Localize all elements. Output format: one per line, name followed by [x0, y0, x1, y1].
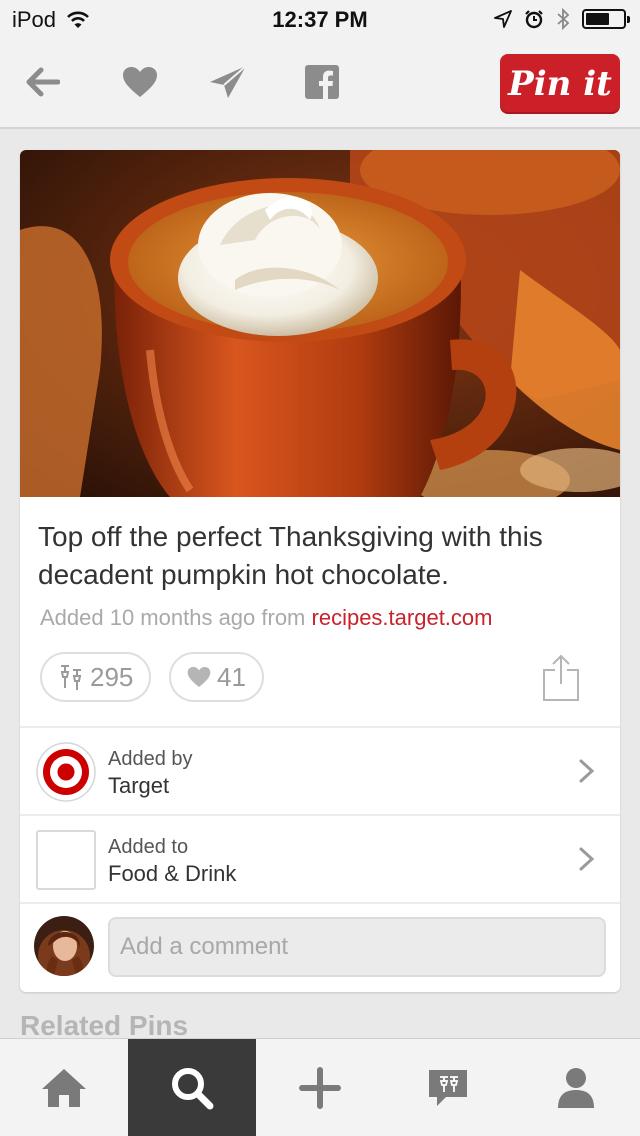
tab-search[interactable] [128, 1039, 256, 1136]
tab-add[interactable] [256, 1039, 384, 1136]
pin-description: Top off the perfect Thanksgiving with th… [38, 521, 543, 590]
plus-icon [299, 1067, 341, 1109]
heart-icon [187, 667, 211, 687]
facebook-icon [305, 65, 339, 99]
board-name: Food & Drink [108, 861, 237, 886]
added-by-row[interactable]: Added by Target [20, 726, 620, 814]
repin-icon [60, 665, 82, 690]
tab-home[interactable] [0, 1039, 128, 1136]
added-by-name: Target [108, 773, 170, 798]
status-right [494, 8, 630, 30]
heart-icon [123, 67, 157, 97]
pin-it-button[interactable]: Pin it [500, 54, 620, 114]
pin-toolbar: Pin it [0, 40, 640, 129]
source-prefix: Added 10 months ago from [40, 605, 306, 630]
home-icon [42, 1069, 86, 1107]
repin-count: 295 [90, 661, 134, 692]
back-button[interactable] [20, 60, 64, 104]
notifications-icon [429, 1070, 467, 1106]
like-button[interactable] [118, 60, 162, 104]
battery-level [586, 13, 609, 25]
tab-profile[interactable] [512, 1039, 640, 1136]
profile-icon [558, 1068, 594, 1108]
bluetooth-icon [557, 8, 570, 30]
pin-card: Top off the perfect Thanksgiving with th… [20, 150, 620, 992]
added-to-label: Added to [108, 836, 189, 858]
added-by-label: Added by [108, 748, 193, 770]
send-button[interactable] [206, 60, 250, 104]
arrow-left-icon [26, 67, 60, 97]
facebook-share-button[interactable] [300, 60, 344, 104]
paper-plane-icon [210, 65, 247, 98]
status-bar: iPod 12:37 PM [0, 0, 640, 40]
added-to-row[interactable]: Added to Food & Drink [20, 814, 620, 902]
chevron-right-icon [579, 759, 595, 783]
pin-source: Added 10 months ago from recipes.target.… [40, 605, 492, 631]
pin-image[interactable] [20, 150, 620, 497]
pumpkin-hot-chocolate-photo [20, 150, 620, 497]
comment-input[interactable] [108, 917, 606, 977]
like-count: 41 [217, 661, 246, 692]
search-icon [172, 1068, 214, 1110]
target-logo [36, 742, 96, 802]
tab-bar [0, 1038, 640, 1136]
alarm-icon [525, 10, 543, 29]
tab-notifications[interactable] [384, 1039, 512, 1136]
like-count-button[interactable]: 41 [169, 652, 264, 702]
board-thumbnail [36, 830, 96, 890]
share-button[interactable] [542, 654, 580, 707]
source-link[interactable]: recipes.target.com [312, 605, 493, 630]
user-avatar [34, 916, 94, 976]
battery-icon [582, 9, 630, 29]
location-arrow-icon [494, 10, 512, 28]
chevron-right-icon [579, 847, 595, 871]
share-icon [543, 654, 579, 701]
repin-count-button[interactable]: 295 [40, 652, 152, 702]
